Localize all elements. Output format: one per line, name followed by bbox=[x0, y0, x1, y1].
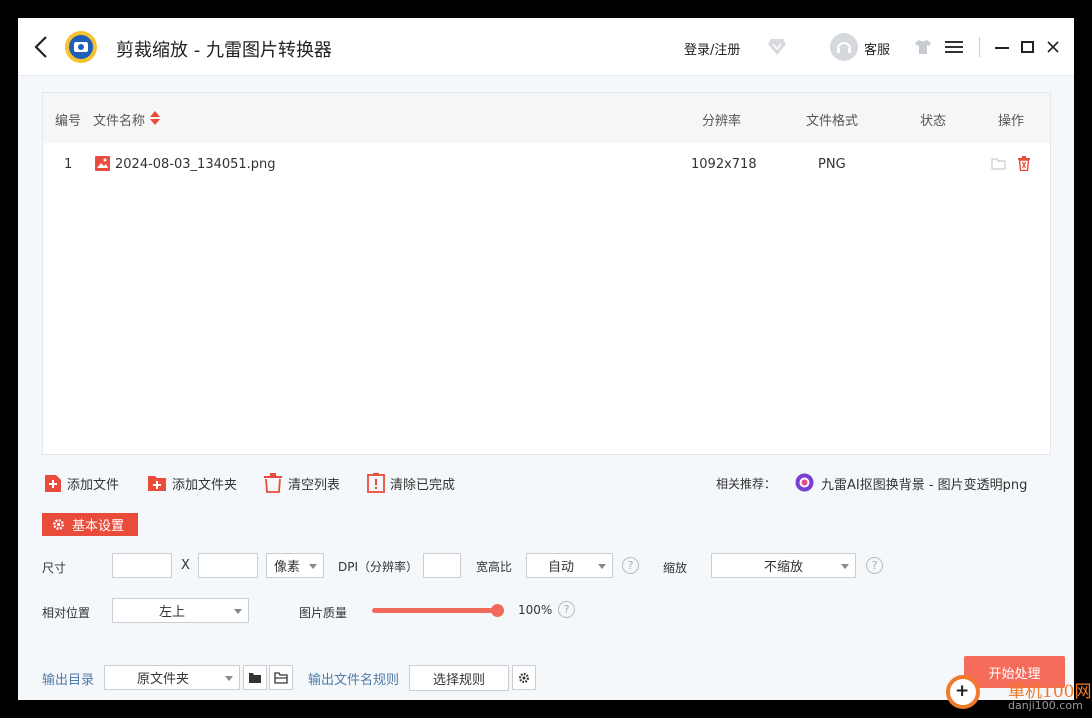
add-file-label: 添加文件 bbox=[67, 477, 120, 493]
clear-done-label: 清除已完成 bbox=[390, 477, 456, 493]
trash-icon bbox=[264, 473, 282, 493]
chevron-down-icon bbox=[841, 564, 849, 569]
clear-done-button[interactable]: 清除已完成 bbox=[367, 473, 455, 493]
height-input[interactable] bbox=[198, 553, 258, 578]
open-folder-icon[interactable] bbox=[991, 157, 1006, 170]
position-select-value: 左上 bbox=[159, 605, 186, 620]
filename-rule-label: 输出文件名规则 bbox=[308, 673, 400, 688]
row-filename: 2024-08-03_134051.png bbox=[115, 157, 276, 172]
back-icon[interactable] bbox=[32, 34, 52, 60]
column-header-actions: 操作 bbox=[998, 114, 1025, 129]
quality-help-icon[interactable]: ? bbox=[558, 601, 575, 618]
aspect-ratio-label: 宽高比 bbox=[476, 560, 513, 574]
login-register-link[interactable]: 登录/注册 bbox=[684, 39, 740, 58]
image-file-icon bbox=[95, 156, 110, 171]
basic-settings-tab[interactable]: 基本设置 bbox=[42, 513, 138, 536]
watermark-site-url: danji100.com bbox=[1008, 699, 1083, 712]
clear-list-button[interactable]: 清空列表 bbox=[263, 473, 340, 493]
column-header-index: 编号 bbox=[55, 114, 82, 129]
delete-icon[interactable] bbox=[1017, 156, 1031, 171]
row-resolution: 1092x718 bbox=[691, 157, 757, 172]
avatar[interactable] bbox=[830, 33, 858, 61]
width-input[interactable] bbox=[112, 553, 172, 578]
recommend-label: 相关推荐： bbox=[716, 477, 777, 491]
output-dir-select-value: 原文件夹 bbox=[137, 672, 190, 687]
plus-icon: + bbox=[955, 681, 970, 701]
quality-slider-fill bbox=[372, 608, 498, 613]
aspect-ratio-select-value: 自动 bbox=[548, 560, 575, 575]
chevron-down-icon bbox=[598, 564, 606, 569]
position-select[interactable]: 左上 bbox=[112, 598, 249, 623]
aspect-ratio-help-icon[interactable]: ? bbox=[622, 557, 639, 574]
add-folder-button[interactable]: 添加文件夹 bbox=[147, 473, 237, 493]
recommend-link[interactable]: 九雷AI抠图换背景 - 图片变透明png bbox=[821, 474, 1027, 493]
app-logo bbox=[65, 31, 97, 63]
sort-icon[interactable] bbox=[149, 110, 161, 126]
add-file-icon bbox=[45, 474, 61, 492]
aspect-ratio-select[interactable]: 自动 bbox=[526, 553, 613, 578]
gear-icon bbox=[518, 672, 530, 683]
open-output-folder-button[interactable] bbox=[269, 665, 293, 690]
unit-select[interactable]: 像素 bbox=[266, 553, 324, 578]
rule-settings-button[interactable] bbox=[512, 665, 536, 690]
scale-label: 缩放 bbox=[663, 561, 688, 575]
skin-tshirt-icon[interactable] bbox=[914, 39, 932, 55]
app-window: 剪裁缩放 - 九雷图片转换器 登录/注册 客服 编号 文件名称 分辨率 文件格式… bbox=[18, 18, 1074, 700]
size-label: 尺寸 bbox=[42, 561, 67, 575]
table-header: 编号 文件名称 分辨率 文件格式 状态 操作 bbox=[43, 93, 1050, 143]
browse-folder-button[interactable] bbox=[243, 665, 267, 690]
headset-icon bbox=[837, 42, 851, 53]
minimize-icon[interactable] bbox=[994, 38, 1010, 56]
site-watermark: + 單机100网 danji100.com bbox=[940, 661, 1092, 718]
basic-settings-label: 基本设置 bbox=[72, 519, 125, 534]
select-rule-button[interactable]: 选择规则 bbox=[409, 665, 509, 691]
vip-diamond-icon[interactable] bbox=[767, 38, 787, 56]
customer-service-label[interactable]: 客服 bbox=[864, 39, 890, 58]
scale-select[interactable]: 不缩放 bbox=[711, 553, 856, 578]
clear-list-label: 清空列表 bbox=[288, 477, 341, 493]
column-header-resolution: 分辨率 bbox=[702, 114, 742, 129]
ai-cutout-app-icon[interactable] bbox=[795, 473, 814, 492]
column-header-format: 文件格式 bbox=[806, 114, 859, 129]
output-dir-select[interactable]: 原文件夹 bbox=[104, 665, 240, 690]
menu-icon[interactable] bbox=[945, 40, 963, 54]
column-header-status: 状态 bbox=[920, 114, 947, 129]
maximize-icon[interactable] bbox=[1020, 38, 1036, 56]
position-label: 相对位置 bbox=[42, 606, 91, 620]
page-title: 剪裁缩放 - 九雷图片转换器 bbox=[116, 40, 332, 61]
dpi-input[interactable] bbox=[423, 553, 461, 578]
title-divider bbox=[979, 37, 980, 57]
quality-value: 100% bbox=[518, 603, 553, 617]
gear-icon bbox=[53, 519, 64, 530]
output-dir-label: 输出目录 bbox=[42, 673, 95, 688]
unit-select-value: 像素 bbox=[274, 560, 301, 575]
chevron-down-icon bbox=[225, 676, 233, 681]
clear-done-icon bbox=[367, 473, 385, 493]
row-format: PNG bbox=[818, 157, 846, 172]
file-table: 编号 文件名称 分辨率 文件格式 状态 操作 1 2024-08-03_1340… bbox=[42, 92, 1051, 455]
chevron-down-icon bbox=[234, 609, 242, 614]
close-icon[interactable] bbox=[1045, 38, 1061, 56]
title-bar: 剪裁缩放 - 九雷图片转换器 登录/注册 客服 bbox=[18, 18, 1074, 76]
chevron-down-icon bbox=[309, 564, 317, 569]
column-header-filename[interactable]: 文件名称 bbox=[93, 110, 145, 129]
scale-help-icon[interactable]: ? bbox=[866, 557, 883, 574]
quality-slider[interactable] bbox=[372, 604, 504, 617]
add-file-button[interactable]: 添加文件 bbox=[44, 473, 119, 493]
open-folder-icon bbox=[274, 671, 288, 684]
quality-slider-thumb[interactable] bbox=[491, 604, 504, 617]
scale-select-value: 不缩放 bbox=[763, 560, 803, 575]
add-folder-label: 添加文件夹 bbox=[172, 477, 238, 493]
size-x-label: X bbox=[181, 558, 190, 573]
row-index: 1 bbox=[64, 157, 73, 172]
folder-icon bbox=[249, 672, 261, 683]
dpi-label: DPI（分辨率） bbox=[338, 560, 419, 574]
quality-label: 图片质量 bbox=[299, 606, 348, 620]
add-folder-icon bbox=[148, 476, 166, 491]
